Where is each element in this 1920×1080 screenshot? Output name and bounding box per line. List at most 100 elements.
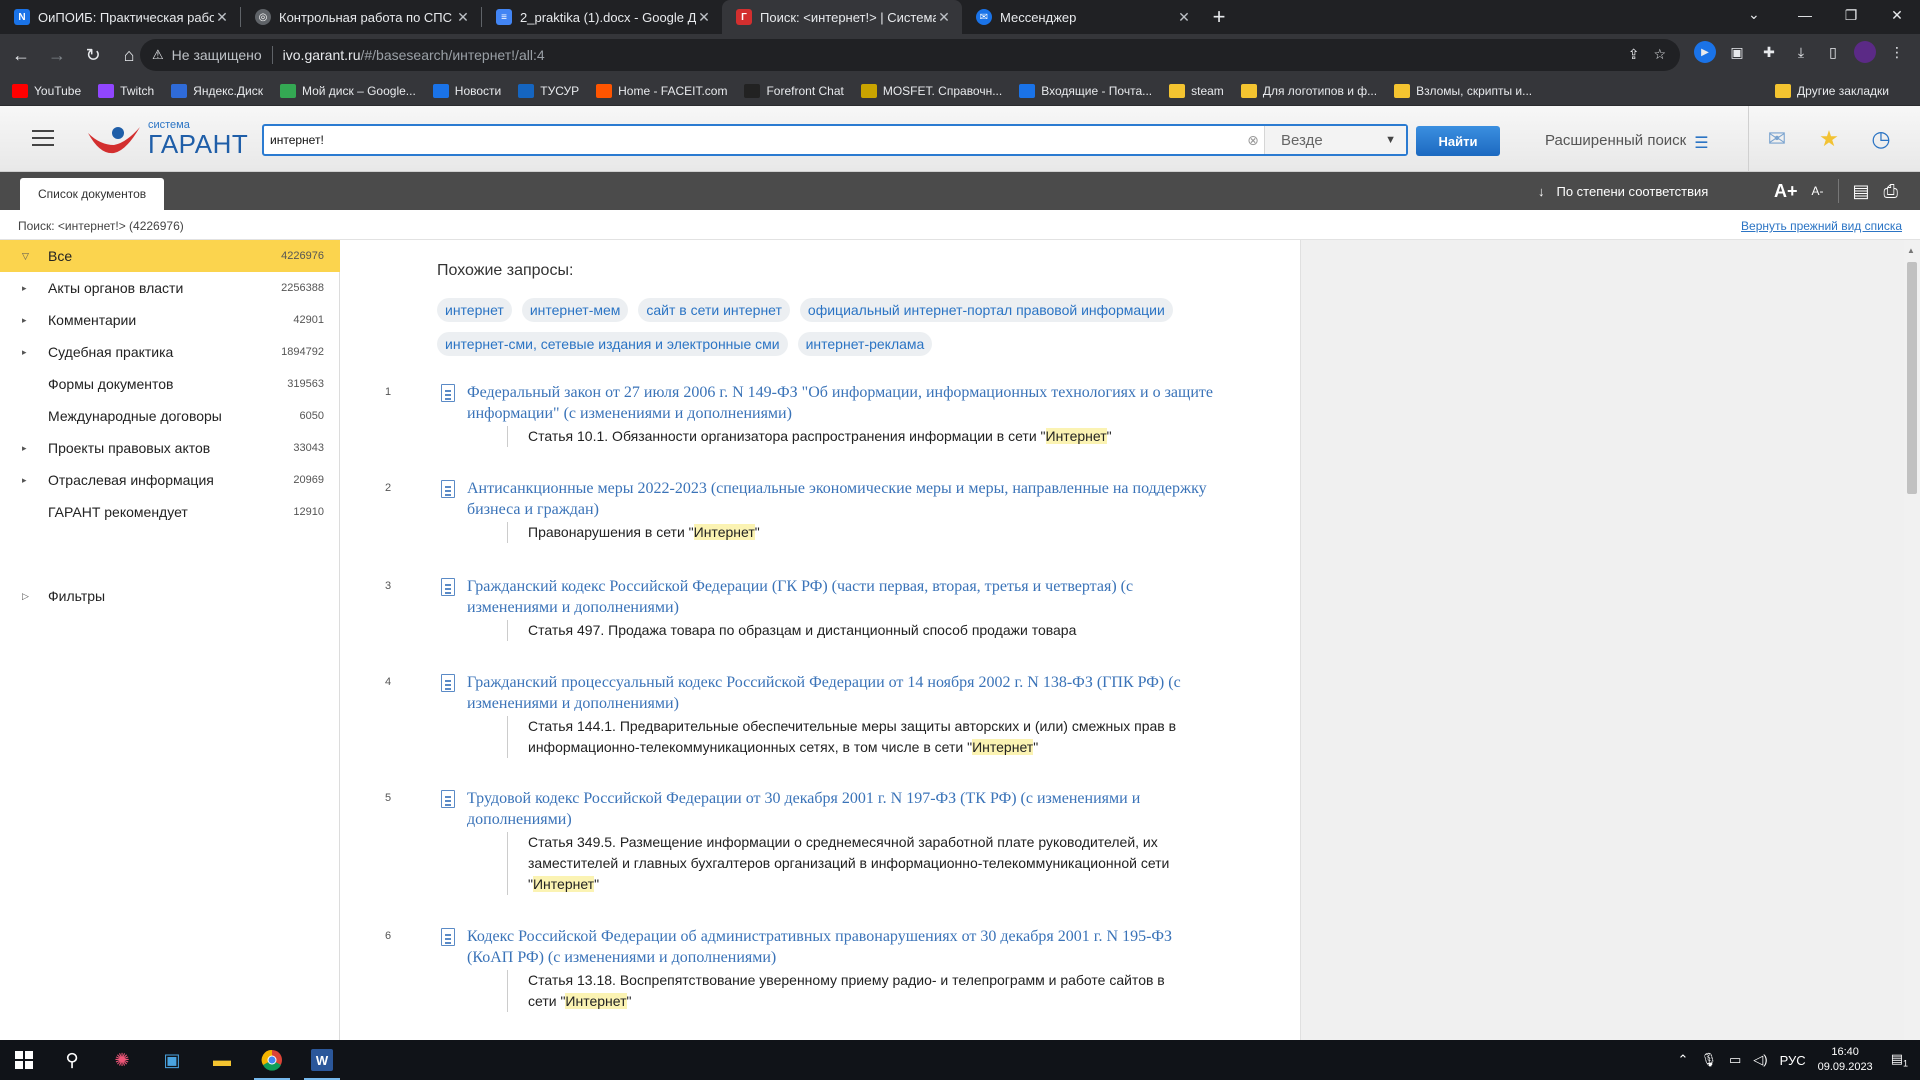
category-item[interactable]: ГАРАНТ рекомендует 12910: [0, 496, 340, 528]
restore-icon[interactable]: ❐: [1828, 0, 1874, 30]
bookmark-item[interactable]: YouTube: [12, 83, 81, 98]
notifications-icon[interactable]: ▤1: [1891, 1051, 1908, 1069]
other-bookmarks[interactable]: Другие закладки: [1775, 84, 1889, 98]
category-item[interactable]: Международные договоры 6050: [0, 400, 340, 432]
search-input[interactable]: [264, 126, 1242, 154]
document-icon[interactable]: [441, 480, 455, 498]
mail-icon[interactable]: ✉: [1762, 124, 1792, 154]
document-icon[interactable]: [441, 578, 455, 596]
vertical-scrollbar[interactable]: ▲: [1904, 240, 1920, 1040]
category-item[interactable]: ▽ Все 4226976: [0, 240, 340, 272]
document-icon[interactable]: [441, 674, 455, 692]
tab-document-list[interactable]: Список документов: [20, 178, 165, 210]
document-icon[interactable]: [441, 790, 455, 808]
save-icon[interactable]: ▤: [1853, 181, 1870, 202]
close-tab-icon[interactable]: ✕: [936, 9, 952, 26]
font-decrease-button[interactable]: A-: [1812, 184, 1824, 198]
triangle-right-icon[interactable]: ▸: [0, 315, 48, 326]
bookmark-item[interactable]: Для логотипов и ф...: [1240, 83, 1377, 98]
similar-query-chip[interactable]: интернет: [437, 298, 512, 322]
bookmark-item[interactable]: steam: [1169, 83, 1224, 98]
similar-query-chip[interactable]: интернет-сми, сетевые издания и электрон…: [437, 332, 788, 356]
category-item[interactable]: Формы документов 319563: [0, 368, 340, 400]
word-icon[interactable]: W: [298, 1044, 346, 1080]
advanced-search-link[interactable]: Расширенный поиск ☰: [1545, 132, 1722, 152]
menu-dots-icon[interactable]: ⋮: [1886, 41, 1908, 63]
result-title-link[interactable]: Гражданский процессуальный кодекс Россий…: [467, 672, 1217, 714]
triangle-right-icon[interactable]: ▸: [0, 475, 48, 486]
search-scope-select[interactable]: Везде ▼: [1264, 126, 1406, 154]
tab-search-icon[interactable]: ⌄: [1748, 6, 1760, 23]
triangle-right-icon[interactable]: ▸: [0, 283, 48, 294]
restore-list-view-link[interactable]: Вернуть прежний вид списка: [1741, 219, 1902, 233]
result-title-link[interactable]: Трудовой кодекс Российской Федерации от …: [467, 788, 1217, 830]
bookmark-item[interactable]: Twitch: [98, 83, 154, 98]
address-bar[interactable]: ⚠ Не защищено ivo.garant.ru/#/basesearch…: [140, 39, 1680, 71]
similar-query-chip[interactable]: официальный интернет-портал правовой инф…: [799, 298, 1173, 322]
result-title-link[interactable]: Гражданский кодекс Российской Федерации …: [467, 576, 1217, 618]
extension-icon[interactable]: ▶: [1694, 41, 1716, 63]
browser-tab[interactable]: ◎ Контрольная работа по СПС «К ✕: [241, 0, 481, 34]
close-tab-icon[interactable]: ✕: [455, 9, 471, 26]
sort-selector[interactable]: ↓ По степени соответствия: [1538, 184, 1708, 199]
bookmark-item[interactable]: Home - FACEIT.com: [596, 83, 727, 98]
category-item[interactable]: ▸ Проекты правовых актов 33043: [0, 432, 340, 464]
bookmark-item[interactable]: Forefront Chat: [744, 83, 844, 98]
clear-search-icon[interactable]: ⊗: [1242, 132, 1264, 149]
find-button[interactable]: Найти: [1416, 126, 1500, 156]
result-title-link[interactable]: Федеральный закон от 27 июля 2006 г. N 1…: [467, 382, 1217, 424]
app-icon[interactable]: ▣: [148, 1044, 196, 1076]
network-icon[interactable]: ▭: [1729, 1052, 1741, 1068]
font-increase-button[interactable]: A+: [1774, 181, 1798, 202]
bookmark-item[interactable]: Входящие - Почта...: [1019, 83, 1152, 98]
sidepanel-icon[interactable]: ▯: [1822, 41, 1844, 63]
url-text[interactable]: ivo.garant.ru/#/basesearch/интернет!/all…: [283, 47, 545, 63]
back-icon[interactable]: ←: [6, 40, 36, 70]
triangle-down-icon[interactable]: ▽: [0, 251, 48, 262]
scroll-up-icon[interactable]: ▲: [1907, 246, 1915, 255]
result-snippet-link[interactable]: Статья 497. Продажа товара по образцам и…: [507, 620, 1197, 641]
bookmark-item[interactable]: Новости: [432, 83, 501, 98]
close-window-icon[interactable]: ✕: [1874, 0, 1920, 30]
close-tab-icon[interactable]: ✕: [696, 9, 712, 26]
result-snippet-link[interactable]: Статья 144.1. Предварительные обеспечите…: [507, 716, 1197, 758]
download-icon[interactable]: ⤓: [1790, 41, 1812, 63]
bookmark-item[interactable]: Взломы, скрипты и...: [1394, 83, 1532, 98]
result-snippet-link[interactable]: Статья 13.18. Воспрепятствование уверенн…: [507, 970, 1197, 1012]
chevron-up-icon[interactable]: ⌃: [1678, 1052, 1689, 1068]
category-item[interactable]: ▸ Комментарии 42901: [0, 304, 340, 336]
hamburger-menu-icon[interactable]: [32, 130, 54, 146]
star-bookmark-icon[interactable]: ☆: [1653, 46, 1666, 63]
bookmark-item[interactable]: Мой диск – Google...: [279, 83, 416, 98]
browser-tab[interactable]: ≡ 2_praktika (1).docx - Google Док ✕: [482, 0, 722, 34]
clock[interactable]: 16:40 09.09.2023: [1818, 1045, 1873, 1075]
close-tab-icon[interactable]: ✕: [1176, 9, 1192, 26]
search-icon[interactable]: ⚲: [48, 1044, 96, 1076]
history-icon[interactable]: ◷: [1866, 124, 1896, 154]
result-snippet-link[interactable]: Статья 10.1. Обязанности организатора ра…: [507, 426, 1197, 447]
puzzle-icon[interactable]: ✚: [1758, 41, 1780, 63]
garant-logo[interactable]: система ГАРАНТ: [86, 119, 248, 161]
document-icon[interactable]: [441, 384, 455, 402]
browser-tab[interactable]: ✉ Мессенджер ✕: [962, 0, 1202, 34]
browser-tab-active[interactable]: Г Поиск: <интернет!> | Система Г ✕: [722, 0, 962, 34]
category-item[interactable]: ▸ Акты органов власти 2256388: [0, 272, 340, 304]
scrollbar-thumb[interactable]: [1907, 262, 1917, 494]
security-status[interactable]: Не защищено: [172, 47, 262, 63]
app-icon[interactable]: ✺: [98, 1044, 146, 1076]
extension-icon[interactable]: ▣: [1726, 41, 1748, 63]
similar-query-chip[interactable]: сайт в сети интернет: [638, 298, 790, 322]
forward-icon[interactable]: →: [42, 40, 72, 70]
result-snippet-link[interactable]: Статья 349.5. Размещение информации о ср…: [507, 832, 1197, 895]
similar-query-chip[interactable]: интернет-реклама: [797, 332, 933, 356]
microphone-icon[interactable]: 🎙: [1700, 1052, 1717, 1068]
triangle-right-icon[interactable]: ▸: [0, 347, 48, 358]
warning-icon[interactable]: ⚠: [152, 47, 164, 63]
print-icon[interactable]: ⎙: [1884, 181, 1898, 202]
filters-toggle[interactable]: ▷ Фильтры: [0, 580, 340, 612]
result-title-link[interactable]: Кодекс Российской Федерации об администр…: [467, 926, 1217, 968]
category-item[interactable]: ▸ Судебная практика 1894792: [0, 336, 340, 368]
new-tab-button[interactable]: +: [1202, 0, 1236, 34]
favorites-star-icon[interactable]: ★: [1814, 124, 1844, 154]
similar-query-chip[interactable]: интернет-мем: [521, 298, 629, 322]
